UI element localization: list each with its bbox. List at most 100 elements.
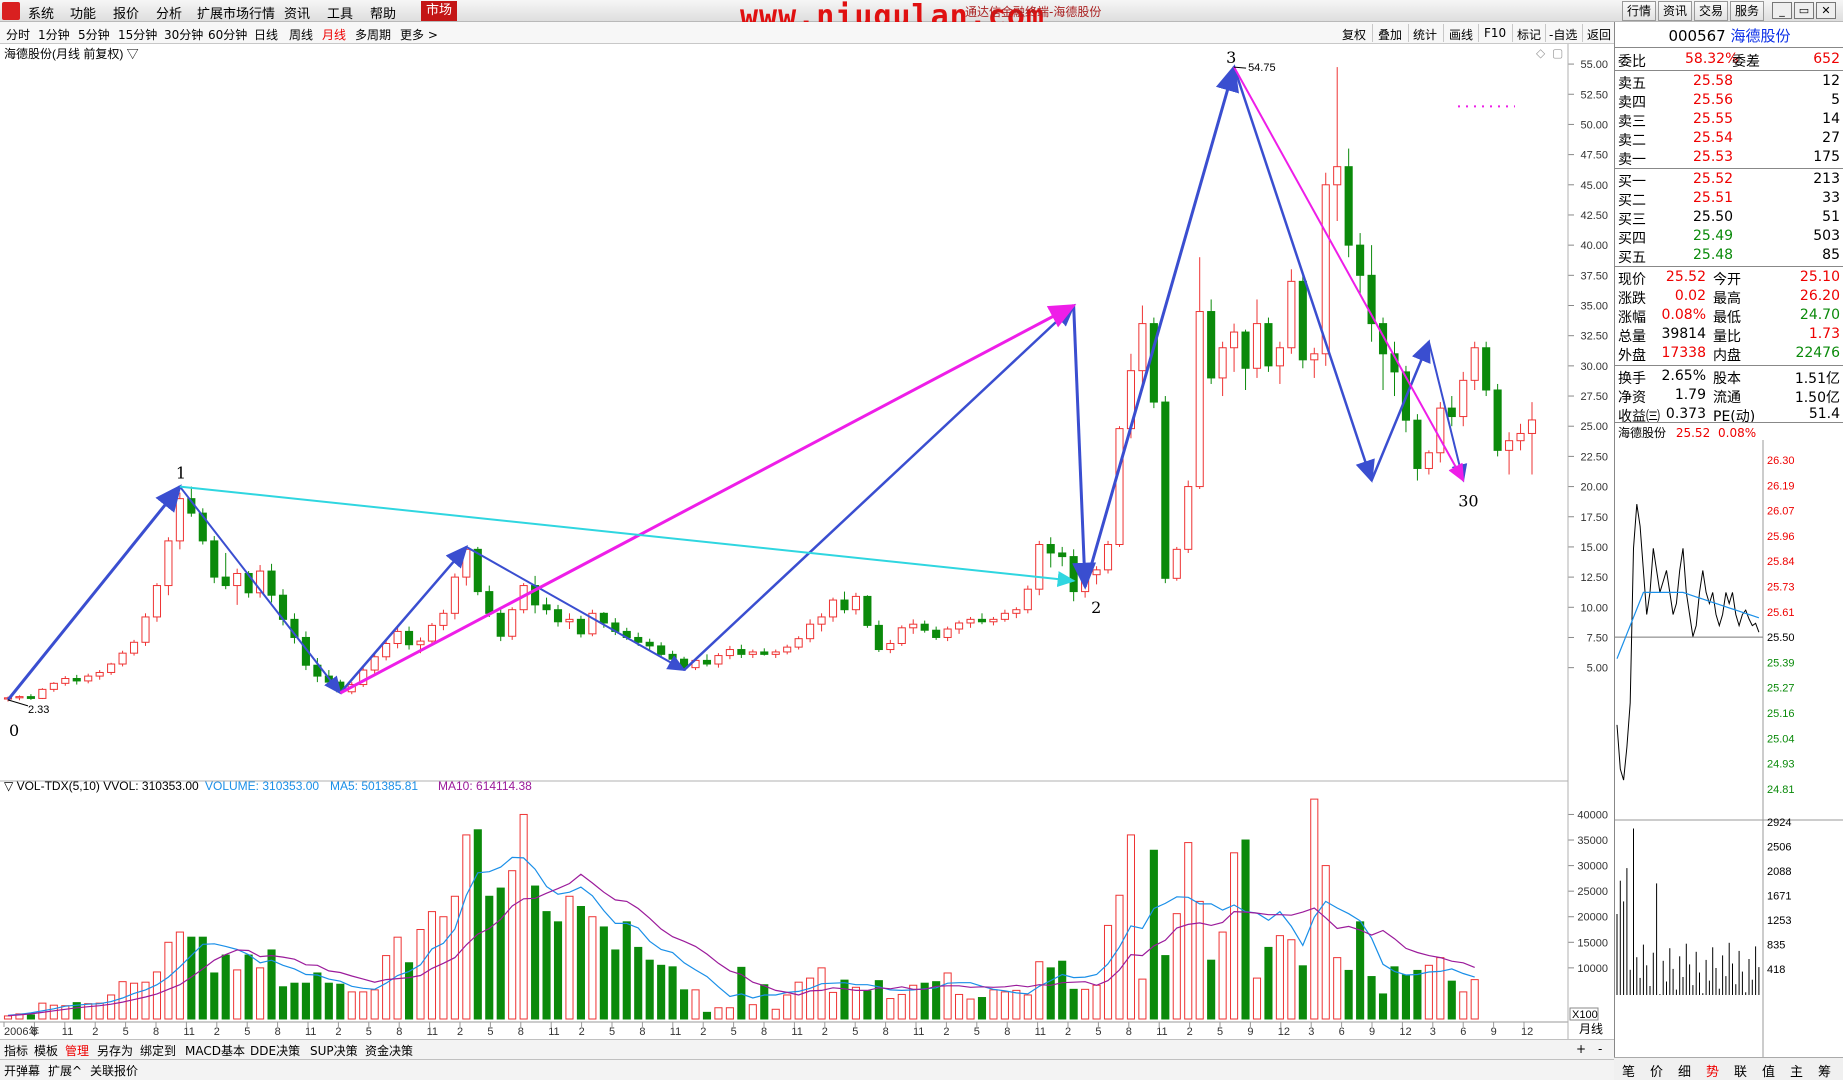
trade-button[interactable]: 交易 <box>1694 1 1728 21</box>
candle <box>863 595 872 626</box>
level-label: 买三 <box>1618 212 1646 228</box>
tool-overlay[interactable]: 叠加 <box>1378 26 1402 43</box>
time-tick-label: 5 <box>1095 1026 1101 1038</box>
menu-help[interactable]: 帮助 <box>370 3 396 22</box>
candle <box>771 651 780 655</box>
tool-stats[interactable]: 统计 <box>1413 26 1437 43</box>
vol-tick-label: 20000 <box>1577 912 1608 924</box>
indicator-name[interactable]: ▽ VOL-TDX(5,10) VVOL: 310353.00 <box>4 779 199 793</box>
candle <box>599 612 608 624</box>
tf-15min[interactable]: 15分钟 <box>118 26 157 43</box>
mini-price-label: 25.39 <box>1767 657 1795 669</box>
tab-save-as[interactable]: 另存为 <box>97 1042 133 1059</box>
tf-30min[interactable]: 30分钟 <box>164 26 203 43</box>
quote-tab[interactable]: 细 <box>1678 1061 1691 1080</box>
volume-bar <box>175 931 184 1020</box>
quote-tab[interactable]: 值 <box>1762 1061 1775 1080</box>
restore-icon[interactable]: ▭ <box>1794 2 1814 19</box>
stat-label: 最低 <box>1713 310 1741 326</box>
related-quote[interactable]: 关联报价 <box>90 1062 138 1079</box>
tab-macd[interactable]: MACD基本 <box>185 1042 245 1059</box>
quote-button[interactable]: 行情 <box>1622 1 1656 21</box>
mini-price-label: 25.16 <box>1767 708 1795 720</box>
close-icon[interactable]: ✕ <box>1816 2 1836 19</box>
menu-news[interactable]: 资讯 <box>284 3 310 22</box>
tab-fund[interactable]: 资金决策 <box>365 1042 413 1059</box>
quote-tab[interactable]: 势 <box>1706 1061 1719 1080</box>
time-tick-label: 11 <box>670 1026 681 1038</box>
stat-label: 收益㈢ <box>1618 409 1660 425</box>
stat-value: 1.51亿 <box>1794 371 1840 387</box>
menu-system[interactable]: 系统 <box>28 3 54 22</box>
menu-ext-market[interactable]: 扩展市场行情 <box>197 3 275 22</box>
tf-intraday[interactable]: 分时 <box>6 26 30 43</box>
news-button[interactable]: 资讯 <box>1658 1 1692 21</box>
menu-tools[interactable]: 工具 <box>327 3 353 22</box>
tool-adjust[interactable]: 复权 <box>1342 26 1366 43</box>
tab-indicator[interactable]: 指标 <box>4 1042 28 1059</box>
tf-weekly[interactable]: 周线 <box>289 26 313 43</box>
volume-bar <box>1436 957 1445 1020</box>
tool-watchlist[interactable]: -自选 <box>1549 26 1577 43</box>
tab-bind-to[interactable]: 绑定到 <box>140 1042 176 1059</box>
volume-bar <box>1172 913 1181 1020</box>
kline-chart[interactable]: 0123302.3354.75 55.0052.5050.0047.5045.0… <box>0 44 1614 1039</box>
extend-toggle[interactable]: 扩展^ <box>48 1062 82 1079</box>
menu-analysis[interactable]: 分析 <box>156 3 182 22</box>
tf-multi[interactable]: 多周期 <box>355 26 391 43</box>
quote-tab[interactable]: 主 <box>1790 1061 1803 1080</box>
webi-row: 委比 58.32% 委差 652 <box>1615 50 1843 70</box>
stat-label: 换手 <box>1618 371 1646 387</box>
diamond-icon[interactable]: ◇ <box>1536 46 1546 60</box>
tf-monthly[interactable]: 月线 <box>322 26 346 43</box>
volume-bar <box>725 1007 734 1020</box>
volume-bar <box>1252 977 1262 1020</box>
level-price: 25.51 <box>1693 190 1734 206</box>
mini-price-label: 26.07 <box>1767 506 1795 518</box>
quote-tab[interactable]: 筹 <box>1818 1061 1831 1080</box>
zoom-in-button[interactable]: + <box>1576 1042 1586 1056</box>
tab-dde[interactable]: DDE决策 <box>250 1042 300 1059</box>
candle <box>1046 544 1055 554</box>
volume-bar <box>129 982 139 1020</box>
stat-label: 内盘 <box>1713 348 1741 364</box>
tool-back[interactable]: 返回 <box>1587 26 1611 43</box>
quote-tab[interactable]: 联 <box>1734 1061 1747 1080</box>
menu-market[interactable]: 市场 <box>421 1 458 21</box>
intraday-mini-chart[interactable]: 26.30 26.19 26.07 25.96 25.84 25.73 25.61 25.50… <box>1615 440 1843 1080</box>
time-tick-label: 9 <box>1491 1026 1497 1038</box>
volume-bar <box>714 1007 723 1020</box>
candle <box>1321 184 1330 355</box>
tool-mark[interactable]: 标记 <box>1517 26 1541 43</box>
window-icon[interactable]: ▢ <box>1552 46 1563 60</box>
tf-60min[interactable]: 60分钟 <box>208 26 247 43</box>
mini-price-label: 25.96 <box>1767 531 1795 543</box>
tab-sup[interactable]: SUP决策 <box>310 1042 358 1059</box>
tab-template[interactable]: 模板 <box>34 1042 58 1059</box>
tf-1min[interactable]: 1分钟 <box>38 26 70 43</box>
quote-tab[interactable]: 价 <box>1650 1061 1663 1080</box>
level-price: 25.49 <box>1693 228 1734 244</box>
menu-quote[interactable]: 报价 <box>113 3 139 22</box>
tf-5min[interactable]: 5分钟 <box>78 26 110 43</box>
tf-more[interactable]: 更多 > <box>400 26 438 43</box>
tool-f10[interactable]: F10 <box>1484 26 1506 40</box>
time-tick-label: 3 <box>1430 1026 1436 1038</box>
danmaku-toggle[interactable]: 开弹幕 <box>4 1062 40 1079</box>
stat-label: 涨跌 <box>1618 291 1646 307</box>
level-label: 卖三 <box>1618 114 1646 130</box>
time-tick-label: 2 <box>700 1026 706 1038</box>
quote-tab[interactable]: 笔 <box>1622 1061 1635 1080</box>
price-tick-label: 7.50 <box>1587 632 1608 644</box>
candle <box>565 618 574 623</box>
menu-function[interactable]: 功能 <box>70 3 96 22</box>
minimize-icon[interactable]: _ <box>1772 2 1792 19</box>
tool-draw[interactable]: 画线 <box>1449 26 1473 43</box>
zoom-out-button[interactable]: - <box>1598 1042 1602 1056</box>
level-price: 25.52 <box>1693 171 1734 187</box>
candle <box>851 595 860 611</box>
tf-daily[interactable]: 日线 <box>254 26 278 43</box>
service-button[interactable]: 服务 <box>1730 1 1764 21</box>
tab-manage[interactable]: 管理 <box>65 1042 89 1059</box>
candle <box>427 624 437 642</box>
